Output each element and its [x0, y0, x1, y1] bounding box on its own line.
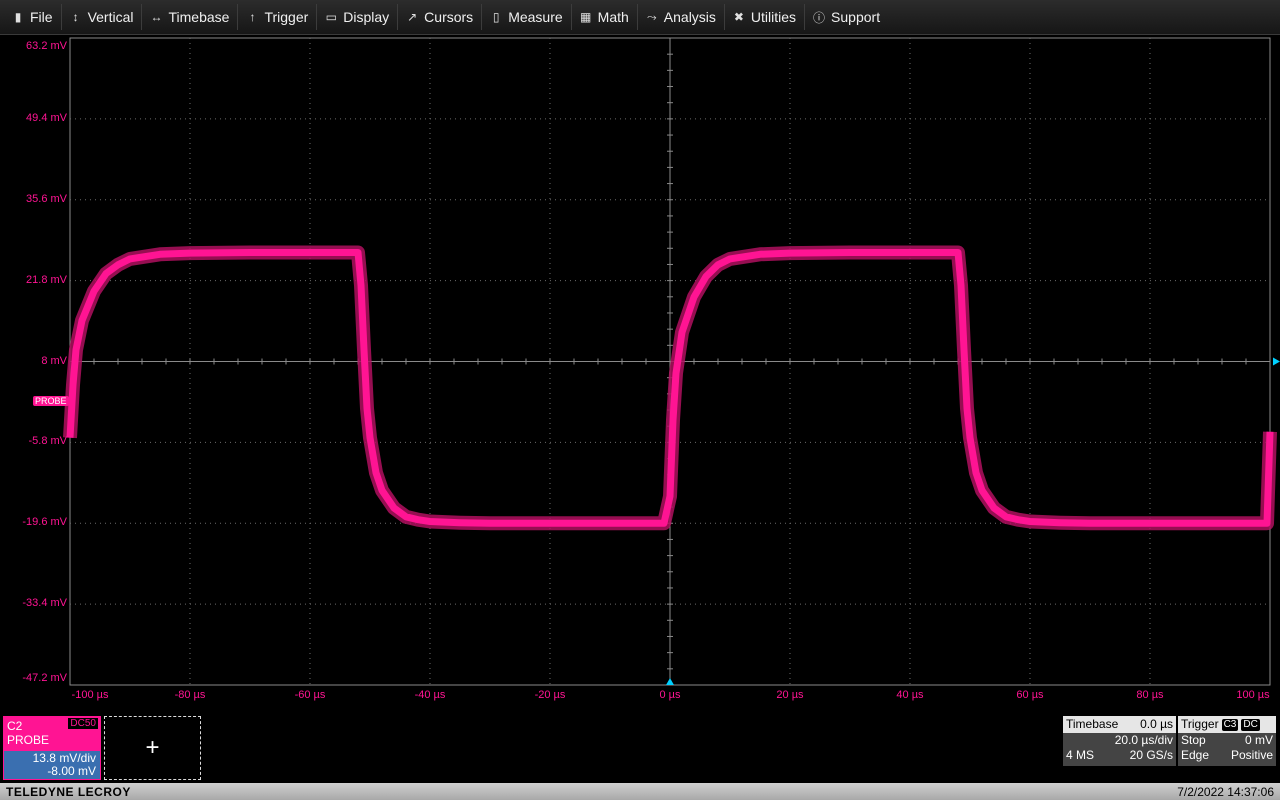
cursor-icon: ↗ [407, 10, 418, 24]
y-tick-label: -5.8 mV [28, 435, 67, 448]
y-tick-label: 8 mV [41, 354, 67, 367]
menu-label: File [30, 9, 53, 25]
x-tick-label: -20 µs [534, 689, 566, 701]
menu-file[interactable]: ▮ File [4, 4, 62, 30]
trigger-slope: Positive [1230, 748, 1273, 762]
menu-display[interactable]: ▭ Display [317, 4, 399, 30]
timebase-delay: 0.0 µs [1140, 717, 1173, 731]
menu-label: Cursors [424, 9, 474, 25]
x-tick-label: -100 µs [71, 689, 109, 701]
trigger-mode: Stop [1181, 733, 1206, 747]
status-footer: TELEDYNE LECROY 7/2/2022 14:37:06 [0, 783, 1280, 800]
chart-icon: ⤳ [646, 9, 657, 24]
x-tick-label: 100 µs [1236, 689, 1270, 701]
calculator-icon: ▦ [579, 10, 592, 24]
menu-label: Measure [508, 9, 563, 25]
display-icon: ▭ [325, 10, 337, 24]
menu-timebase[interactable]: ↔ Timebase [142, 4, 239, 30]
y-tick-label: 49.4 mV [26, 111, 67, 124]
menu-label: Utilities [750, 9, 797, 25]
channel-label: PROBE [7, 733, 50, 747]
x-tick-label: 40 µs [896, 689, 924, 701]
trigger-level: 0 mV [1244, 733, 1273, 747]
menu-label: Analysis [663, 9, 716, 25]
x-tick-label: 60 µs [1016, 689, 1044, 701]
date-time: 7/2/2022 14:37:06 [1177, 784, 1274, 799]
info-icon: ⓘ [813, 10, 826, 25]
add-channel-button[interactable]: + [104, 716, 201, 780]
x-tick-label: 0 µs [659, 689, 681, 701]
menu-measure[interactable]: ▯ Measure [482, 4, 572, 30]
trigger-descriptor[interactable]: Trigger C3 DC Stop 0 mV Edge Positive [1178, 716, 1276, 766]
y-tick-label: 63.2 mV [26, 40, 67, 52]
trigger-title: Trigger [1181, 717, 1219, 731]
menu-analysis[interactable]: ⤳ Analysis [638, 4, 725, 30]
x-tick-label: 20 µs [776, 689, 804, 701]
menu-label: Math [597, 9, 629, 25]
menu-label: Support [831, 9, 881, 25]
channel-coupling-badge: DC50 [68, 718, 98, 729]
y-tick-label: -47.2 mV [22, 672, 67, 684]
menu-math[interactable]: ▦ Math [572, 4, 638, 30]
menu-utilities[interactable]: ✖ Utilities [725, 4, 806, 30]
menu-label: Vertical [87, 9, 134, 25]
timebase-descriptor[interactable]: Timebase 0.0 µs 20.0 µs/div 4 MS 20 GS/s [1063, 716, 1176, 766]
brand-logo: TELEDYNE LECROY [6, 784, 131, 799]
x-tick-label: -60 µs [294, 689, 326, 701]
waveform-display[interactable]: 63.2 mV 49.4 mV 35.6 mV 21.8 mV 8 mV -5.8 mV -… [0, 36, 1280, 708]
y-tick-label: -33.4 mV [22, 597, 67, 610]
trigger-type: Edge [1181, 748, 1210, 762]
trigger-source-badge: C3 [1221, 718, 1239, 731]
trigger-coupling-badge: DC [1241, 718, 1260, 731]
trigger-level-marker [1273, 357, 1280, 366]
plus-icon: + [145, 734, 160, 761]
menu-label: Display [343, 9, 390, 25]
y-tick-label: 35.6 mV [26, 192, 67, 205]
file-icon: ▮ [14, 10, 22, 24]
waveform-grid[interactable] [0, 36, 1280, 708]
tools-icon: ✖ [733, 10, 744, 24]
channel-offset-marker[interactable]: PROBE [33, 396, 69, 406]
menu-cursors[interactable]: ↗ Cursors [398, 4, 483, 30]
horizontal-arrows-icon: ↔ [150, 10, 163, 24]
menu-trigger[interactable]: ↑ Trigger [238, 4, 318, 30]
trigger-icon: ↑ [249, 10, 256, 24]
channel-c2-descriptor[interactable]: C2 PROBE DC50 13.8 mV/div -8.00 mV [3, 716, 101, 780]
y-tick-label: -19.6 mV [22, 516, 67, 529]
vertical-arrows-icon: ↕ [72, 10, 79, 24]
menu-bar: ▮ File ↕ Vertical ↔ Timebase ↑ Trigger ▭ Display ↗… [0, 0, 1280, 35]
measure-icon: ▯ [492, 10, 500, 24]
y-tick-label: 21.8 mV [26, 273, 67, 286]
menu-vertical[interactable]: ↕ Vertical [62, 4, 143, 30]
x-tick-label: 80 µs [1136, 689, 1164, 701]
timebase-scale: 20.0 µs/div [1114, 733, 1173, 747]
timebase-memory: 4 MS [1066, 748, 1095, 762]
channel-offset: -8.00 mV [47, 764, 96, 778]
menu-label: Timebase [168, 9, 230, 25]
x-tick-label: -80 µs [174, 689, 206, 701]
x-tick-label: -40 µs [414, 689, 446, 701]
menu-label: Trigger [264, 9, 309, 25]
timebase-title: Timebase [1066, 717, 1119, 731]
timebase-rate: 20 GS/s [1129, 748, 1173, 762]
menu-support[interactable]: ⓘ Support [805, 4, 888, 30]
